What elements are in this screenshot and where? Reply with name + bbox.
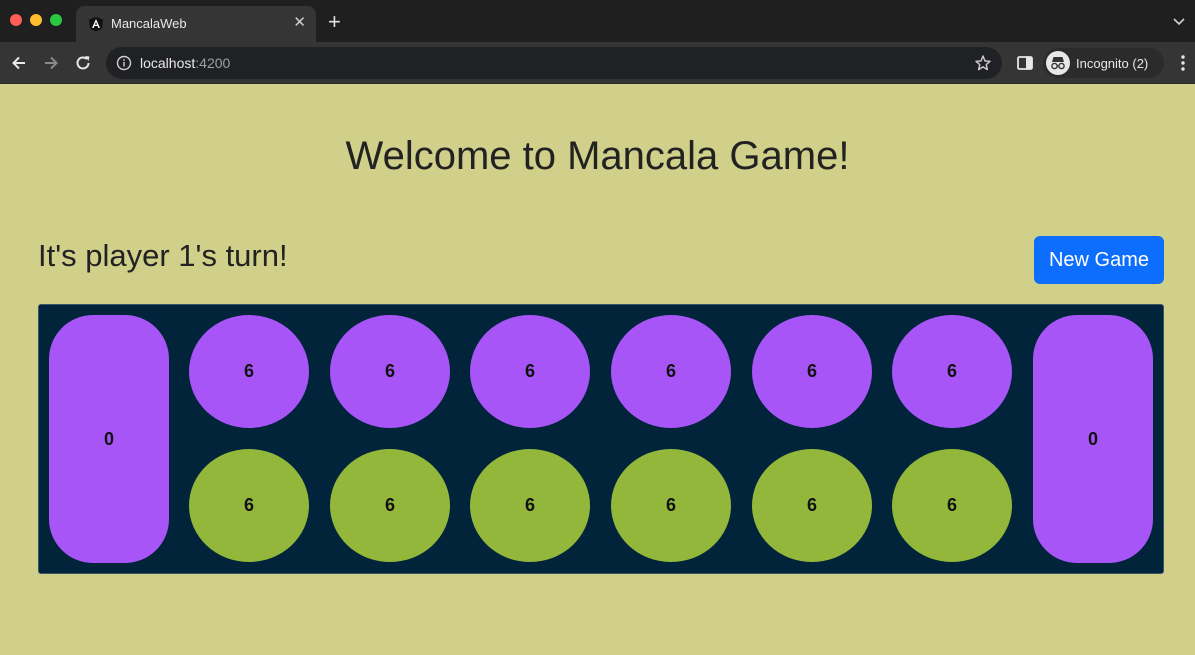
turn-indicator: It's player 1's turn!	[38, 238, 288, 273]
pit-bottom-3[interactable]: 6	[470, 449, 590, 562]
page-title: Welcome to Mancala Game!	[345, 134, 850, 178]
browser-menu-icon[interactable]	[1176, 54, 1190, 72]
angular-logo-icon	[89, 17, 103, 32]
tab-close-icon[interactable]: ✕	[293, 14, 306, 32]
maximize-window-button[interactable]	[50, 14, 62, 26]
browser-tab[interactable]: MancalaWeb ✕	[76, 6, 316, 42]
forward-arrow-icon[interactable]	[40, 52, 62, 74]
pit-bottom-2[interactable]: 6	[330, 449, 450, 562]
store-right: 0	[1033, 315, 1153, 563]
browser-toolbar: localhost:4200 Incognito (2)	[0, 42, 1195, 84]
pit-bottom-5[interactable]: 6	[752, 449, 872, 562]
site-info-icon[interactable]	[116, 55, 132, 71]
pit-top-1[interactable]: 6	[189, 315, 309, 428]
bookmark-star-icon[interactable]	[974, 54, 992, 72]
pit-bottom-4[interactable]: 6	[611, 449, 731, 562]
address-bar[interactable]: localhost:4200	[106, 47, 1002, 79]
store-left: 0	[49, 315, 169, 563]
close-window-button[interactable]	[10, 14, 22, 26]
side-panel-icon[interactable]	[1016, 54, 1034, 72]
incognito-label: Incognito (2)	[1076, 56, 1149, 71]
pit-top-3[interactable]: 6	[470, 315, 590, 428]
pit-top-2[interactable]: 6	[330, 315, 450, 428]
new-game-button[interactable]: New Game	[1034, 236, 1164, 284]
new-tab-button[interactable]: +	[328, 11, 341, 33]
pit-top-4[interactable]: 6	[611, 315, 731, 428]
reload-icon[interactable]	[72, 52, 94, 74]
url-host: localhost	[140, 55, 196, 71]
tab-search-chevron-icon[interactable]	[1173, 14, 1185, 29]
incognito-profile-button[interactable]: Incognito (2)	[1043, 48, 1164, 78]
pit-top-5[interactable]: 6	[752, 315, 872, 428]
mancala-board: 0 6 6 6 6 6 6 6 6 6 6 6 6 0	[38, 304, 1164, 574]
pit-bottom-6[interactable]: 6	[892, 449, 1012, 562]
pit-top-6[interactable]: 6	[892, 315, 1012, 428]
url-port: :4200	[195, 55, 231, 71]
url-text: localhost:4200	[140, 55, 230, 71]
minimize-window-button[interactable]	[30, 14, 42, 26]
incognito-icon	[1046, 51, 1070, 75]
browser-tab-bar: MancalaWeb ✕ +	[0, 0, 1195, 42]
tab-title: MancalaWeb	[111, 16, 187, 31]
back-arrow-icon[interactable]	[8, 52, 30, 74]
pit-bottom-1[interactable]: 6	[189, 449, 309, 562]
